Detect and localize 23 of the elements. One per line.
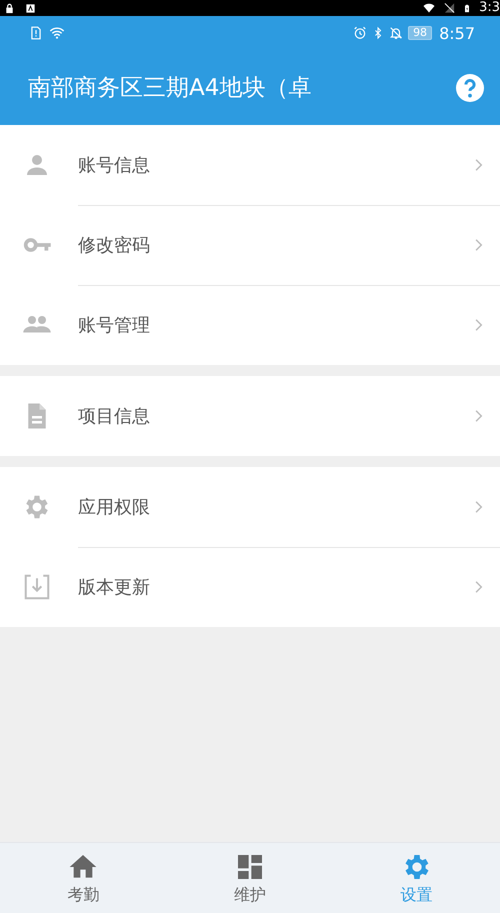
- wifi-icon: [422, 2, 436, 14]
- alarm-icon: [353, 26, 368, 40]
- menu-item[interactable]: 项目信息: [0, 376, 500, 456]
- keyboard-icon: [25, 2, 36, 14]
- menu-item[interactable]: 账号管理: [0, 285, 500, 365]
- menu-item[interactable]: 账号信息: [0, 125, 500, 205]
- help-button[interactable]: [456, 74, 484, 102]
- nav-tab[interactable]: 考勤: [0, 843, 167, 913]
- status-time: 3:3: [479, 0, 500, 16]
- menu-item[interactable]: 修改密码: [0, 205, 500, 285]
- lock-icon: [4, 2, 15, 14]
- screen-title: 南部商务区三期A4地块（卓: [28, 74, 312, 103]
- nav-tab[interactable]: 维护: [166, 843, 334, 913]
- menu-item[interactable]: 版本更新: [0, 547, 500, 627]
- question-icon: [456, 74, 484, 102]
- status-time: 8:57: [439, 24, 475, 42]
- no-signal-icon: [444, 2, 456, 14]
- sim-alert-icon: [29, 25, 43, 41]
- bell-off-icon: [389, 26, 404, 40]
- download-tray-icon: [22, 572, 52, 602]
- menu-item[interactable]: 应用权限: [0, 467, 500, 547]
- battery-level: 98: [408, 26, 432, 40]
- wifi-icon: [48, 25, 66, 41]
